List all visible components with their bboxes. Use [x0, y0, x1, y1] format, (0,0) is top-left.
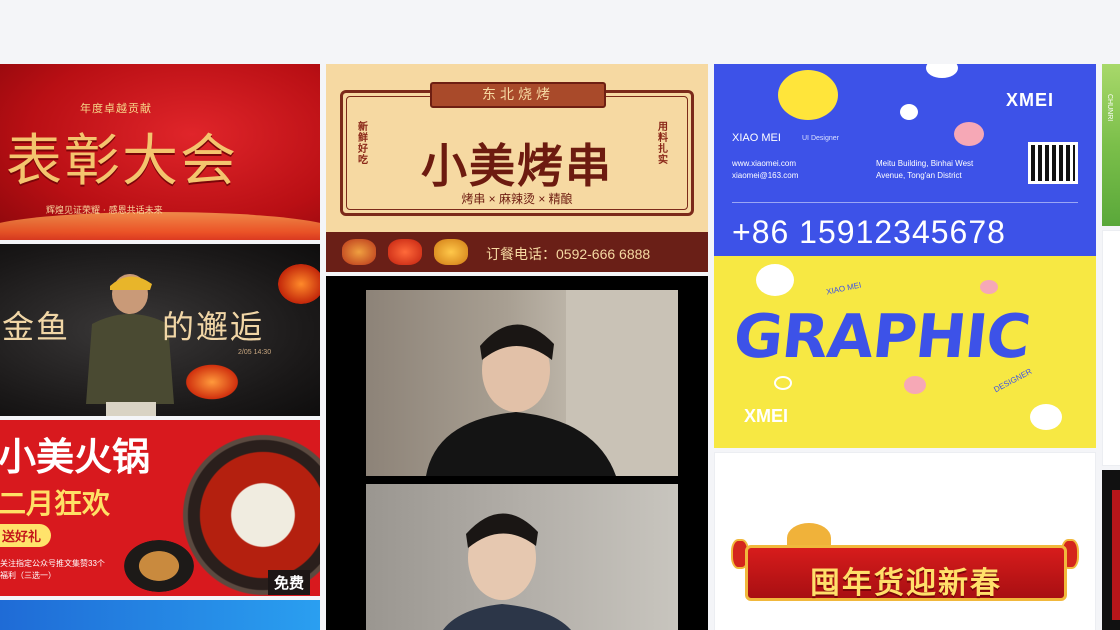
decor-dot: [900, 104, 918, 120]
vertical-text: CHUNRI: [1106, 94, 1113, 122]
goldfish-icon: [182, 362, 242, 402]
template-card-business-card[interactable]: XMEI XIAO MEI UI Designer www.xiaomei.co…: [714, 64, 1096, 256]
email-text: xiaomei@163.com: [732, 171, 799, 180]
dish-image: [124, 540, 194, 592]
card-title: 小美烤串: [421, 139, 613, 193]
top-bar: [0, 0, 1120, 64]
card-tagline: 辉煌见证荣耀 · 感恩共话未来: [46, 206, 163, 216]
template-card-graphic-designer[interactable]: XIAO MEI GRAPHIC DESIGNER XMEI: [714, 256, 1096, 448]
menu-items: 烤串 × 麻辣烫 × 精酿: [461, 192, 573, 206]
template-card-partial[interactable]: CHUNRI: [1102, 64, 1120, 226]
card-title-left: 金鱼: [2, 308, 71, 346]
template-card-partial[interactable]: [1102, 230, 1120, 466]
skewer-icon: [342, 239, 376, 265]
card-title: 小美火锅: [0, 435, 151, 479]
template-card-goldfish[interactable]: 金鱼 的邂逅 2/05 14:30: [0, 244, 320, 416]
portrait-photo: [366, 484, 678, 630]
website-text: www.xiaomei.com: [732, 159, 797, 168]
template-card-new-year[interactable]: 囤年货迎新春: [714, 452, 1096, 630]
ribbon-label: 东北烧烤: [430, 82, 606, 108]
brand-logo: XMEI: [1006, 90, 1055, 110]
gift-badge: 送好礼: [0, 524, 52, 547]
vertical-label-right: 用料扎实: [658, 122, 668, 166]
qr-code-icon: [1028, 142, 1078, 184]
divider: [732, 202, 1078, 203]
decor-dot: [774, 376, 792, 390]
template-card-portrait[interactable]: [326, 276, 708, 630]
template-card-honor-ceremony[interactable]: 年度卓越贡献 表彰大会 辉煌见证荣耀 · 感恩共话未来: [0, 64, 320, 240]
decor-dot: [778, 70, 838, 120]
card-title: 表彰大会: [6, 129, 238, 194]
skewer-icon: [434, 239, 468, 265]
portrait-photo: [366, 290, 678, 476]
address-info: Meitu Building, Binhai West Avenue, Tong…: [876, 158, 973, 182]
address-line: Meitu Building, Binhai West: [876, 159, 974, 168]
contact-info: www.xiaomei.com xiaomei@163.com: [732, 158, 798, 182]
top-label: XIAO MEI: [825, 280, 863, 297]
decor-dot: [1030, 404, 1062, 430]
decor-dot: [756, 264, 794, 296]
event-date: 2/05 14:30: [238, 349, 272, 356]
designer-role: UI Designer: [802, 135, 839, 142]
skewer-icon: [388, 239, 422, 265]
goldfish-icon: [278, 264, 320, 304]
brand-logo: XMEI: [744, 406, 789, 426]
template-card-hotpot[interactable]: 小美火锅 二月狂欢 送好礼 关注指定公众号推文集赞33个 福利（三选一） 免费: [0, 420, 320, 596]
desc-line: 福利（三选一）: [0, 571, 56, 580]
designer-name: XIAO MEI: [732, 132, 781, 144]
card-description: 关注指定公众号推文集赞33个 福利（三选一）: [0, 558, 105, 582]
card-title-right: 的邂逅: [162, 308, 265, 346]
card-subtitle: 二月狂欢: [0, 487, 111, 520]
vertical-label-left: 新鲜好吃: [358, 122, 368, 166]
order-phone: 订餐电话：0592-666 6888: [486, 246, 651, 262]
banner-text: 囤年货迎新春: [810, 566, 1002, 601]
graphic-word: GRAPHIC: [730, 302, 1034, 372]
template-card-blue[interactable]: [0, 600, 320, 630]
address-line: Avenue, Tong'an District: [876, 171, 962, 180]
decor-dot: [954, 122, 984, 146]
template-card-bbq[interactable]: 东北烧烤 新鲜好吃 用料扎实 小美烤串 烤串 × 麻辣烫 × 精酿 订餐电话：0…: [326, 64, 708, 272]
red-stripe: [1112, 490, 1120, 620]
glow-band: [0, 212, 320, 240]
decor-dot: [926, 64, 958, 78]
template-card-partial[interactable]: [1102, 470, 1120, 630]
free-badge: 免费: [268, 570, 311, 595]
phone-number: +86 15912345678: [732, 214, 1006, 250]
card-subtitle: 年度卓越贡献: [80, 102, 152, 115]
festive-banner: 囤年货迎新春: [745, 545, 1067, 601]
desc-line: 关注指定公众号推文集赞33个: [0, 559, 105, 568]
decor-dot: [904, 376, 926, 394]
decor-dot: [980, 280, 998, 294]
